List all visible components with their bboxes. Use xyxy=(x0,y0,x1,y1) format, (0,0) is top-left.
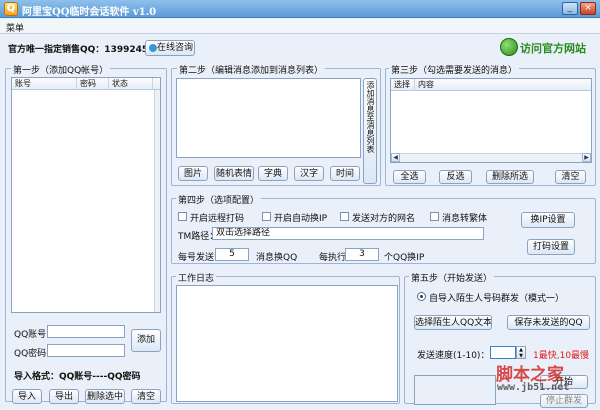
close-button[interactable]: × xyxy=(580,2,596,15)
captcha-settings-button[interactable]: 打码设置 xyxy=(527,239,575,255)
per-exec-input[interactable]: 3 xyxy=(345,248,379,261)
save-unsent-qq-button[interactable]: 保存未发送的QQ xyxy=(507,315,590,330)
menu-item-main[interactable]: 菜单 xyxy=(6,21,24,34)
time-button[interactable]: 时间 xyxy=(330,166,360,181)
import-format-hint: 导入格式：QQ账号----QQ密码 xyxy=(14,372,141,382)
message-editor[interactable] xyxy=(176,78,361,158)
step4-title: 第四步（选项配置） xyxy=(176,193,262,206)
insert-image-button[interactable]: 图片 xyxy=(178,166,208,181)
export-button[interactable]: 导出 xyxy=(49,389,79,404)
add-to-message-list-label: 添加消息至消息列表 xyxy=(366,81,375,153)
traditional-chinese-checkbox[interactable] xyxy=(430,212,439,221)
invert-selection-button[interactable]: 反选 xyxy=(439,170,472,184)
online-consult-button[interactable]: 在线咨询 xyxy=(145,40,195,56)
chat-icon xyxy=(149,44,157,52)
worklog-textarea[interactable] xyxy=(176,285,398,402)
remote-captcha-checkbox[interactable] xyxy=(178,212,187,221)
per-send-unit: 消息换QQ xyxy=(256,253,298,263)
send-speed-input[interactable] xyxy=(490,346,516,359)
add-account-button[interactable]: 添加 xyxy=(131,329,161,352)
send-preview-box xyxy=(414,375,496,405)
import-button[interactable]: 导入 xyxy=(12,389,42,404)
select-all-button[interactable]: 全选 xyxy=(393,170,426,184)
add-to-message-list-button[interactable]: 添加消息至消息列表 xyxy=(363,78,377,184)
scroll-right-icon[interactable]: ▶ xyxy=(582,153,591,162)
clear-accounts-button[interactable]: 清空 xyxy=(131,389,161,404)
online-consult-label: 在线咨询 xyxy=(156,43,193,53)
stop-mass-send-button[interactable]: 停止群发 xyxy=(540,394,588,408)
step3-title: 第三步（勾选需要发送的消息） xyxy=(389,63,520,76)
tm-path-input[interactable]: 双击选择路径 xyxy=(212,227,484,240)
account-table: 账号 密码 状态 xyxy=(11,77,161,313)
per-send-input[interactable]: 5 xyxy=(215,248,249,261)
window-title: 阿里宝QQ临时会话软件 v1.0 xyxy=(22,7,157,18)
swap-ip-settings-button[interactable]: 换IP设置 xyxy=(521,212,575,228)
step2-title: 第二步（编辑消息添加到消息列表） xyxy=(177,63,326,76)
remote-captcha-label: 开启远程打码 xyxy=(190,214,245,224)
account-table-header: 账号 密码 状态 xyxy=(12,78,160,90)
per-exec-label: 每执行 xyxy=(319,253,347,263)
message-list-table: 选择 内容 ◀ ▶ xyxy=(390,78,592,163)
delete-selected-button[interactable]: 删除选中 xyxy=(85,389,125,404)
clear-messages-button[interactable]: 清空 xyxy=(555,170,586,184)
spin-down-icon[interactable]: ▼ xyxy=(517,353,525,359)
message-list-hscrollbar[interactable]: ◀ ▶ xyxy=(391,153,591,162)
account-table-scrollbar[interactable] xyxy=(154,90,160,312)
select-stranger-qq-button[interactable]: 选择陌生人QQ文本 xyxy=(414,315,492,330)
per-exec-unit: 个QQ换IP xyxy=(384,253,425,263)
delete-chosen-button[interactable]: 删除所选 xyxy=(486,170,534,184)
mode-one-label: 自导入陌生人号码群发（模式一） xyxy=(429,294,565,304)
worklog-title: 工作日志 xyxy=(176,271,217,284)
mode-one-radio[interactable] xyxy=(417,292,426,301)
step5-title: 第五步（开始发送） xyxy=(409,271,495,284)
send-speed-spinner[interactable]: ▲ ▼ xyxy=(516,346,526,359)
globe-icon[interactable] xyxy=(500,38,518,56)
message-list-header: 选择 内容 xyxy=(391,79,591,91)
visit-official-site-link[interactable]: 访问官方网站 xyxy=(520,40,586,56)
col-content[interactable]: 内容 xyxy=(415,79,495,91)
dictionary-button[interactable]: 字典 xyxy=(258,166,288,181)
col-status[interactable]: 状态 xyxy=(109,78,153,90)
official-sales-qq: 官方唯一指定销售QQ：1399245890 xyxy=(8,45,167,55)
traditional-chinese-label: 消息转繁体 xyxy=(442,214,488,224)
chinese-char-button[interactable]: 汉字 xyxy=(294,166,324,181)
col-select[interactable]: 选择 xyxy=(391,79,415,91)
col-account[interactable]: 账号 xyxy=(12,78,77,90)
per-send-label: 每号发送 xyxy=(178,253,215,263)
watermark-url: www.jb51.net xyxy=(497,382,570,393)
auto-swap-ip-label: 开启自动换IP xyxy=(274,214,328,224)
col-password[interactable]: 密码 xyxy=(77,78,109,90)
auto-swap-ip-checkbox[interactable] xyxy=(262,212,271,221)
scroll-left-icon[interactable]: ◀ xyxy=(391,153,400,162)
qq-account-input[interactable] xyxy=(47,325,125,338)
app-icon: Q xyxy=(4,2,18,16)
send-nickname-checkbox[interactable] xyxy=(340,212,349,221)
send-nickname-label: 发送对方的网名 xyxy=(352,214,416,224)
random-emoji-button[interactable]: 随机表情 xyxy=(214,166,254,181)
send-speed-label: 发送速度(1-10)： xyxy=(417,351,490,361)
menu-bar xyxy=(0,19,600,34)
qq-password-input[interactable] xyxy=(47,344,125,357)
minimize-button[interactable]: _ xyxy=(562,2,578,15)
step1-title: 第一步（添加QQ帐号） xyxy=(11,63,111,76)
